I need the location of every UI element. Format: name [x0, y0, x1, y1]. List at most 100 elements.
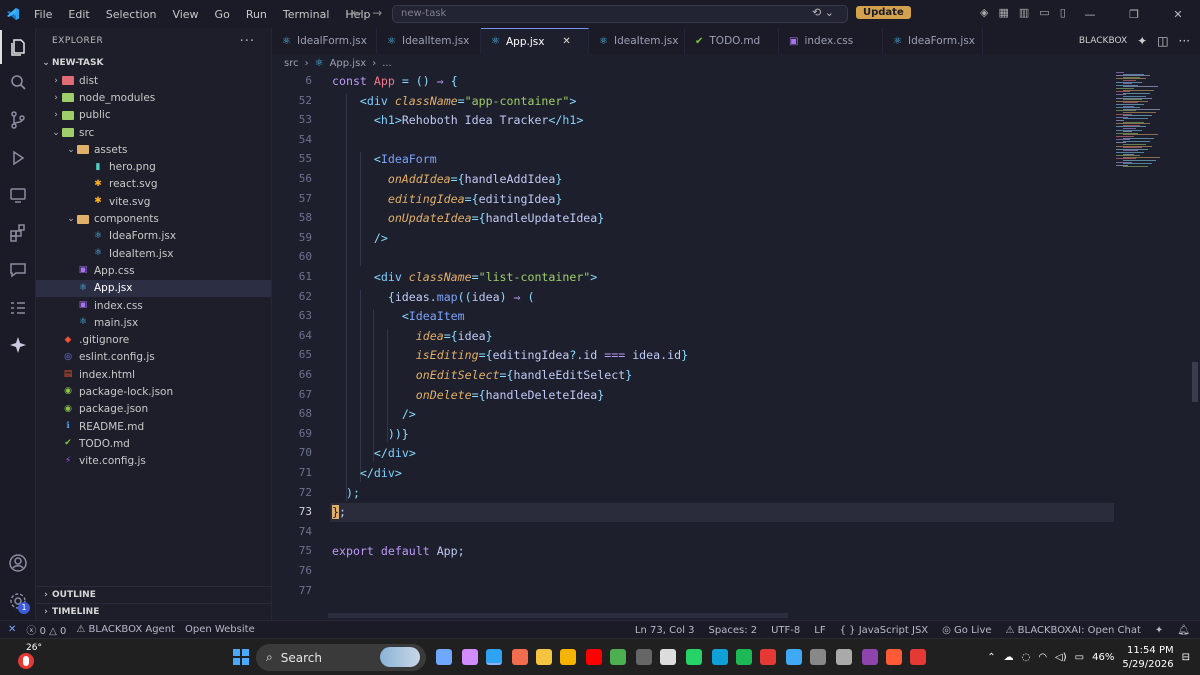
- manage-gear-icon[interactable]: 1: [0, 584, 36, 618]
- horizontal-scrollbar[interactable]: [328, 613, 788, 618]
- code-line[interactable]: {ideas.map((idea) ⇒ (: [332, 290, 535, 304]
- breadcrumb-item[interactable]: App.jsx: [330, 58, 367, 69]
- editor-tab[interactable]: ⚛ IdeaForm.jsx: [883, 28, 983, 54]
- source-control-icon[interactable]: [0, 103, 36, 137]
- editor-tab[interactable]: ⚛ App.jsx ✕: [481, 28, 589, 54]
- folder-item[interactable]: › public: [36, 107, 271, 124]
- code-line[interactable]: onEditSelect={handleEditSelect}: [332, 368, 632, 382]
- file-item[interactable]: ▮ hero.png: [36, 158, 271, 175]
- code-line[interactable]: />: [332, 407, 416, 421]
- app-red-icon[interactable]: [760, 649, 776, 665]
- breadcrumb-item[interactable]: ...: [382, 58, 392, 69]
- code-line[interactable]: <div className="list-container">: [332, 270, 597, 284]
- timeline-section[interactable]: › TIMELINE: [36, 603, 272, 620]
- code-line[interactable]: <h1>Rehoboth Idea Tracker</h1>: [332, 113, 583, 127]
- folder-item[interactable]: › node_modules: [36, 89, 271, 106]
- clock[interactable]: 11:54 PM 5/29/2026: [1122, 644, 1173, 672]
- editor-tab[interactable]: ⚛ IdealItem.jsx: [377, 28, 481, 54]
- code-line[interactable]: <IdeaForm: [332, 152, 437, 166]
- command-center-search[interactable]: new-task: [392, 5, 848, 23]
- store-icon[interactable]: [786, 649, 802, 665]
- file-item[interactable]: ✔ TODO.md: [36, 435, 271, 452]
- file-item[interactable]: ⚡ vite.config.js: [36, 453, 271, 470]
- code-line[interactable]: );: [332, 486, 360, 500]
- cursor-position[interactable]: Ln 73, Col 3: [635, 625, 695, 636]
- file-item[interactable]: ▣ index.css: [36, 297, 271, 314]
- close-window-icon[interactable]: ✕: [1156, 0, 1200, 28]
- code-line[interactable]: export default App;: [332, 544, 465, 558]
- explorer-icon[interactable]: [0, 30, 36, 64]
- code-editor[interactable]: 6 const App = () ⇒ {52 <div className="ap…: [272, 72, 1200, 612]
- language-mode[interactable]: { } JavaScript JSX: [840, 625, 929, 636]
- editor-tab[interactable]: ✔ TODO.md: [685, 28, 779, 54]
- app-orange-icon[interactable]: [512, 649, 528, 665]
- go-live-button[interactable]: ◎ Go Live: [942, 625, 991, 636]
- vscode-app-icon[interactable]: [486, 649, 502, 665]
- code-line[interactable]: isEditing={editingIdea?.id === idea.id}: [332, 348, 688, 362]
- menu-go[interactable]: Go: [207, 8, 238, 21]
- editor-scrollbar[interactable]: [1190, 72, 1200, 612]
- more-actions-icon[interactable]: ···: [240, 34, 255, 49]
- editor-tab[interactable]: ⚛ IdealForm.jsx: [272, 28, 377, 54]
- onedrive-icon[interactable]: ☁: [1004, 652, 1014, 663]
- folder-item[interactable]: › dist: [36, 72, 271, 89]
- minimap[interactable]: [1114, 72, 1174, 172]
- minimize-icon[interactable]: —: [1068, 0, 1112, 28]
- menu-run[interactable]: Run: [238, 8, 275, 21]
- remote-icon[interactable]: ✕: [8, 624, 16, 635]
- file-item[interactable]: ◆ .gitignore: [36, 331, 271, 348]
- code-line[interactable]: onDelete={handleDeleteIdea}: [332, 388, 604, 402]
- encoding[interactable]: UTF-8: [771, 625, 800, 636]
- menu-edit[interactable]: Edit: [60, 8, 97, 21]
- network-icon[interactable]: ◌: [1022, 652, 1031, 663]
- spotify-icon[interactable]: [736, 649, 752, 665]
- extensions-icon[interactable]: [0, 216, 36, 250]
- more-icon[interactable]: ···: [1179, 34, 1190, 48]
- code-line[interactable]: ))}: [332, 427, 409, 441]
- code-line[interactable]: </div>: [332, 446, 416, 460]
- file-explorer-icon[interactable]: [536, 649, 552, 665]
- testing-icon[interactable]: [0, 291, 36, 325]
- menu-selection[interactable]: Selection: [98, 8, 165, 21]
- weather-widget[interactable]: 26°: [18, 643, 42, 669]
- toggle-sidebar-icon[interactable]: ▥: [1019, 6, 1029, 19]
- editor-tab[interactable]: ⚛ IdeaItem.jsx: [589, 28, 685, 54]
- file-item[interactable]: ✱ react.svg: [36, 176, 271, 193]
- code-line[interactable]: </div>: [332, 466, 402, 480]
- menu-view[interactable]: View: [164, 8, 206, 21]
- file-item[interactable]: ◉ package-lock.json: [36, 383, 271, 400]
- forward-arrow-icon[interactable]: →: [372, 6, 382, 20]
- open-website-status[interactable]: Open Website: [185, 624, 255, 635]
- notes-app-icon[interactable]: [436, 649, 452, 665]
- run-debug-icon[interactable]: [0, 141, 36, 175]
- editor-tab[interactable]: ▣ index.css: [779, 28, 883, 54]
- notification-center-icon[interactable]: ⊟: [1182, 652, 1190, 663]
- app-stack-icon[interactable]: [610, 649, 626, 665]
- code-line[interactable]: onUpdateIdea={handleUpdateIdea}: [332, 211, 604, 225]
- windows-start-icon[interactable]: [233, 649, 249, 665]
- youtube-icon[interactable]: [586, 649, 602, 665]
- folder-item[interactable]: ⌄ components: [36, 210, 271, 227]
- file-item[interactable]: ⚛ IdeaItem.jsx: [36, 245, 271, 262]
- remote-explorer-icon[interactable]: [0, 178, 36, 212]
- accounts-icon[interactable]: [0, 546, 36, 580]
- update-button[interactable]: Update: [856, 6, 911, 19]
- app-purple-icon[interactable]: [862, 649, 878, 665]
- taskbar-search[interactable]: ⌕ Search: [256, 644, 426, 671]
- breadcrumb-item[interactable]: src: [284, 58, 299, 69]
- search-icon[interactable]: [0, 66, 36, 100]
- toggle-secondary-sidebar-icon[interactable]: ▯: [1060, 6, 1066, 19]
- app-terminal-icon[interactable]: [636, 649, 652, 665]
- back-arrow-icon[interactable]: ←: [352, 6, 362, 20]
- sparkle-icon[interactable]: ✦: [1137, 34, 1147, 48]
- project-root[interactable]: ⌄ NEW-TASK: [36, 54, 271, 72]
- folder-item[interactable]: ⌄ src: [36, 124, 271, 141]
- copilot-app-icon[interactable]: [462, 649, 478, 665]
- close-tab-icon[interactable]: ✕: [562, 36, 570, 47]
- chatgpt-icon[interactable]: [660, 649, 676, 665]
- menu-file[interactable]: File: [26, 8, 60, 21]
- copilot-icon[interactable]: ⟲ ⌄: [812, 6, 834, 19]
- whatsapp-icon[interactable]: [686, 649, 702, 665]
- copilot-status-icon[interactable]: ✦: [1155, 625, 1163, 636]
- problems-indicator[interactable]: ⓧ 0 △ 0: [26, 622, 66, 637]
